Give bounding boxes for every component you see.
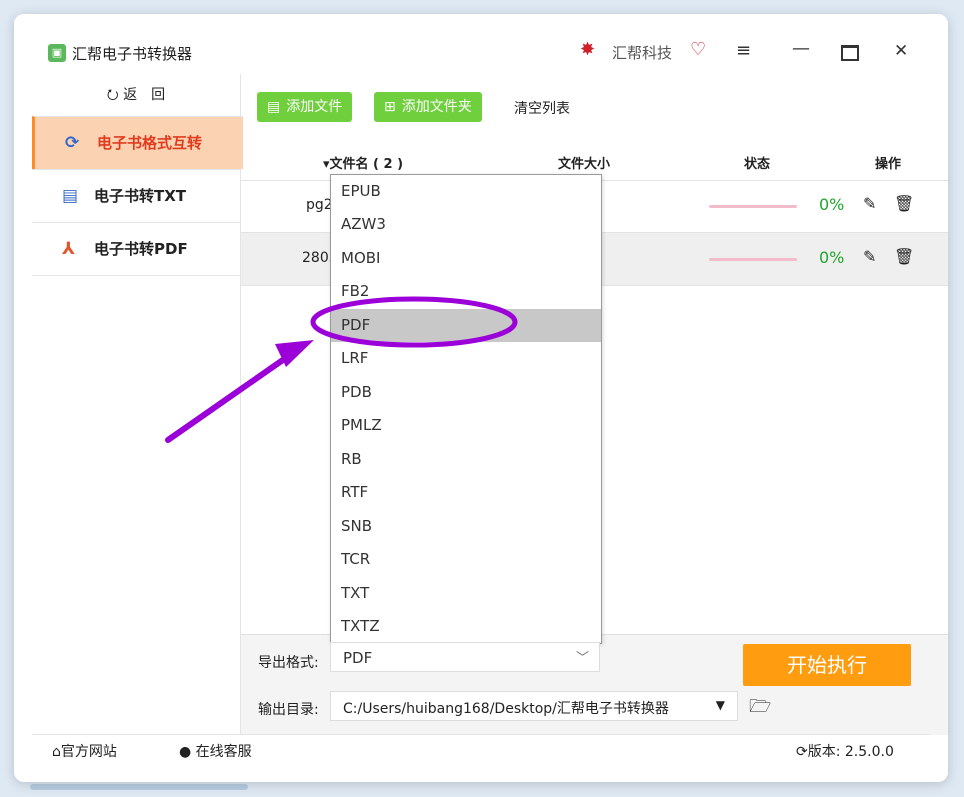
add-folder-label: 添加文件夹 — [401, 99, 472, 115]
document-icon: ▤ — [62, 186, 79, 206]
column-size-header: 文件大小 — [558, 157, 611, 172]
output-dir-select[interactable]: C:/Users/huibang168/Desktop/汇帮电子书转换器 ▼ — [330, 691, 738, 721]
footer: ⌂官方网站 ● 在线客服 ⟳版本: 2.5.0.0 — [32, 734, 930, 765]
format-option[interactable]: AZW3 — [331, 208, 601, 241]
maximize-icon[interactable] — [841, 45, 859, 61]
sidebar: ⭮ 返 回 ⟳ 电子书格式互转 ▤ 电子书转TXT ⅄ 电子书转PDF — [32, 74, 243, 734]
refresh-icon: ⟳ — [65, 133, 80, 153]
output-dir-label: 输出目录: — [258, 702, 319, 718]
background-strip — [30, 784, 248, 790]
back-button[interactable]: ⭮ 返 回 — [32, 74, 240, 116]
app-window: ▣ 汇帮电子书转换器 ✸ 汇帮科技 ♡ ≡ — ✕ ⭮ 返 回 ⟳ 电子书格式互… — [14, 14, 948, 782]
sidebar-item-label: 电子书转TXT — [94, 187, 187, 205]
edit-icon[interactable]: ✎ — [863, 194, 876, 213]
clear-list-button[interactable]: 清空列表 — [514, 98, 570, 118]
version-label: 版本: 2.5.0.0 — [807, 744, 894, 760]
sidebar-item-to-pdf[interactable]: ⅄ 电子书转PDF — [32, 222, 240, 276]
book-icon: ▣ — [48, 44, 66, 62]
online-service-link[interactable]: ● 在线客服 — [179, 741, 252, 761]
title-bar: ▣ 汇帮电子书转换器 ✸ 汇帮科技 ♡ ≡ — ✕ — [14, 14, 948, 74]
progress-bar — [709, 205, 797, 208]
sidebar-item-to-txt[interactable]: ▤ 电子书转TXT — [32, 169, 240, 222]
pdf-icon: ⅄ — [62, 239, 75, 259]
format-option[interactable]: SNB — [331, 510, 601, 543]
progress-percent: 0% — [819, 248, 845, 267]
version-info: ⟳版本: 2.5.0.0 — [796, 741, 894, 761]
caret-down-icon: ▼ — [715, 698, 725, 712]
close-icon[interactable]: ✕ — [894, 41, 908, 61]
format-option[interactable]: RB — [331, 443, 601, 476]
format-select-value: PDF — [343, 649, 373, 667]
progress-bar — [709, 258, 797, 261]
official-site-label: 官方网站 — [60, 744, 117, 760]
sidebar-item-label: 电子书转PDF — [94, 240, 188, 258]
format-option[interactable]: EPUB — [331, 175, 601, 208]
heart-icon[interactable]: ♡ — [690, 39, 706, 60]
output-dir-value: C:/Users/huibang168/Desktop/汇帮电子书转换器 — [343, 701, 669, 717]
column-status-header: 状态 — [744, 157, 771, 172]
official-site-link[interactable]: ⌂官方网站 — [52, 741, 117, 761]
add-file-icon: ▤ — [267, 99, 281, 115]
column-action-header: 操作 — [875, 157, 902, 172]
add-file-label: 添加文件 — [286, 99, 343, 115]
folder-open-icon[interactable]: 🗁 — [749, 694, 771, 724]
brand-name: 汇帮科技 — [612, 44, 673, 62]
file-name: pg2 — [306, 197, 333, 213]
format-option[interactable]: TXT — [331, 577, 601, 610]
format-label: 导出格式: — [258, 655, 319, 671]
add-file-button[interactable]: ▤ 添加文件 — [257, 92, 353, 122]
column-name-header[interactable]: ▾文件名 ( 2 ) — [323, 153, 403, 172]
trash-icon[interactable]: 🗑 — [894, 247, 914, 266]
app-title: 汇帮电子书转换器 — [72, 45, 193, 63]
user-icon: ● — [179, 744, 192, 760]
format-option[interactable]: PMLZ — [331, 409, 601, 442]
edit-icon[interactable]: ✎ — [863, 247, 876, 266]
format-option[interactable]: RTF — [331, 476, 601, 509]
sidebar-item-format-convert[interactable]: ⟳ 电子书格式互转 — [32, 116, 243, 169]
brand-logo-icon: ✸ — [580, 39, 596, 60]
menu-icon[interactable]: ≡ — [736, 40, 751, 61]
format-option[interactable]: LRF — [331, 342, 601, 375]
format-option[interactable]: PDB — [331, 376, 601, 409]
format-option-selected[interactable]: PDF — [331, 309, 601, 342]
home-icon: ⌂ — [52, 744, 61, 760]
format-dropdown-list: EPUB AZW3 MOBI FB2 PDF LRF PDB PMLZ RB R… — [330, 174, 602, 644]
format-option[interactable]: TCR — [331, 543, 601, 576]
format-option[interactable]: TXTZ — [331, 610, 601, 643]
trash-icon[interactable]: 🗑 — [894, 194, 914, 213]
format-option[interactable]: MOBI — [331, 242, 601, 275]
format-option[interactable]: FB2 — [331, 275, 601, 308]
add-folder-icon: ⊞ — [384, 99, 396, 115]
progress-percent: 0% — [819, 195, 845, 214]
minimize-icon[interactable]: — — [792, 38, 810, 59]
sidebar-item-label: 电子书格式互转 — [97, 134, 203, 152]
format-select[interactable]: PDF ﹀ — [330, 642, 600, 672]
refresh-icon: ⟳ — [796, 744, 808, 760]
online-service-label: 在线客服 — [195, 744, 252, 760]
start-button[interactable]: 开始执行 — [743, 644, 911, 686]
add-folder-button[interactable]: ⊞ 添加文件夹 — [374, 92, 482, 122]
chevron-down-icon: ﹀ — [575, 651, 589, 666]
